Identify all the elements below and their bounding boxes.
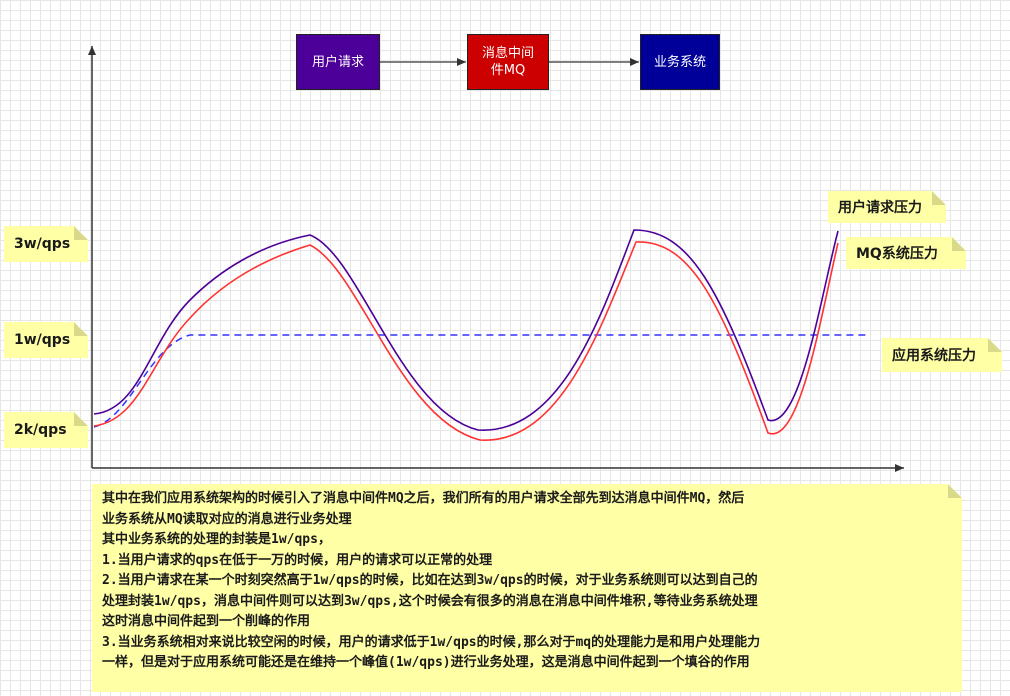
legend-user-pressure: 用户请求压力 bbox=[828, 191, 946, 223]
description-line: 一样，但是对于应用系统可能还是在维持一个峰值(1w/qps)进行业务处理，这是消… bbox=[102, 655, 750, 670]
y-label-mid-text: 1w/qps bbox=[14, 332, 71, 348]
description-line: 3.当业务系统相对来说比较空闲的时候，用户的请求低于1w/qps的时候,那么对于… bbox=[102, 634, 761, 650]
description-line: 这时消息中间件起到一个削峰的作用 bbox=[102, 614, 311, 629]
y-label-low-text: 2k/qps bbox=[14, 422, 67, 438]
legend-mq-pressure: MQ系统压力 bbox=[846, 237, 966, 269]
legend-app-pressure: 应用系统压力 bbox=[882, 338, 1002, 372]
legend-mq-pressure-text: MQ系统压力 bbox=[856, 246, 938, 262]
description-line: 1.当用户请求的qps在低于一万的时候，用户的请求可以正常的处理 bbox=[102, 552, 493, 568]
mq-box: 消息中间件MQ bbox=[467, 34, 549, 90]
mq-pressure-line bbox=[93, 241, 839, 441]
description-line: 业务系统从MQ读取对应的消息进行业务处理 bbox=[102, 511, 352, 527]
y-label-mid: 1w/qps bbox=[4, 322, 88, 358]
description-note: 其中在我们应用系统架构的时候引入了消息中间件MQ之后，我们所有的用户请求全部先到… bbox=[92, 484, 962, 692]
user-pressure-line bbox=[93, 229, 839, 431]
mq-label: 消息中间件MQ bbox=[481, 46, 534, 78]
user-request-label: 用户请求 bbox=[311, 54, 364, 70]
user-request-box: 用户请求 bbox=[296, 34, 380, 90]
business-system-box: 业务系统 bbox=[640, 34, 720, 90]
description-line: 其中业务系统的处理的封装是1w/qps， bbox=[102, 532, 331, 547]
y-label-low: 2k/qps bbox=[4, 412, 88, 448]
description-line: 其中在我们应用系统架构的时候引入了消息中间件MQ之后，我们所有的用户请求全部先到… bbox=[102, 491, 745, 506]
description-line: 2.当用户请求在某一个时刻突然高于1w/qps的时候，比如在达到3w/qps的时… bbox=[102, 573, 758, 588]
business-system-label: 业务系统 bbox=[653, 54, 706, 70]
description-line: 处理封装1w/qps，消息中间件则可以达到3w/qps,这个时候会有很多的消息在… bbox=[102, 593, 758, 609]
y-label-high-text: 3w/qps bbox=[14, 236, 71, 252]
y-label-high: 3w/qps bbox=[4, 226, 88, 262]
legend-app-pressure-text: 应用系统压力 bbox=[892, 348, 976, 364]
legend-user-pressure-text: 用户请求压力 bbox=[838, 200, 922, 216]
